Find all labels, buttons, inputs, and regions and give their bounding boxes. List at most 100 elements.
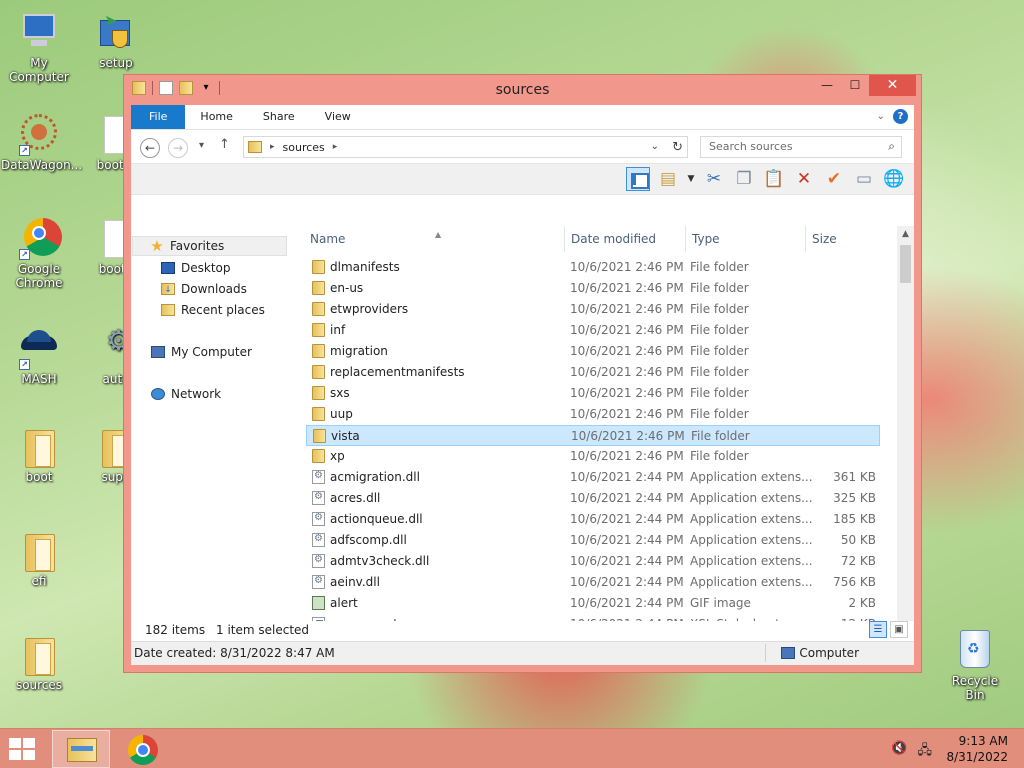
taskbar-chrome[interactable]: [114, 730, 172, 768]
tab-share[interactable]: Share: [248, 105, 310, 129]
table-row[interactable]: xp 10/6/2021 2:46 PM File folder: [306, 446, 880, 467]
chevron-down-icon[interactable]: ▼: [686, 167, 696, 191]
file-date: 10/6/2021 2:46 PM: [570, 344, 684, 358]
desktop-icon-my-computer[interactable]: My Computer: [1, 10, 77, 84]
table-row[interactable]: uup 10/6/2021 2:46 PM File folder: [306, 404, 880, 425]
search-input[interactable]: Search sources ⌕: [700, 136, 902, 158]
desktop-icon-efi[interactable]: efi: [1, 528, 77, 588]
back-button[interactable]: ←: [140, 138, 160, 158]
delete-icon[interactable]: ✕: [792, 167, 816, 191]
file-type: Application extens...: [690, 575, 813, 589]
refresh-icon[interactable]: ↻: [672, 140, 683, 155]
taskbar-file-explorer[interactable]: [52, 730, 110, 768]
column-header-type[interactable]: Type: [686, 226, 806, 252]
table-row[interactable]: dlmanifests 10/6/2021 2:46 PM File folder: [306, 257, 880, 278]
scroll-up-icon[interactable]: ▲: [897, 229, 914, 239]
desktop-icon: [161, 262, 175, 274]
minimize-button[interactable]: —: [813, 75, 841, 96]
speaker-muted-icon[interactable]: 🔇: [891, 741, 907, 763]
nav-item-desktop[interactable]: Desktop: [161, 261, 231, 275]
table-row[interactable]: acres.dll 10/6/2021 2:44 PM Application ex…: [306, 488, 880, 509]
clock-time: 9:13 AM: [958, 734, 1008, 748]
breadcrumb-sources[interactable]: sources: [283, 141, 325, 154]
nav-item-network[interactable]: Network: [151, 387, 221, 401]
file-type: File folder: [690, 281, 749, 295]
rename-icon[interactable]: ▭: [852, 167, 876, 191]
network-icon[interactable]: 🖧: [918, 741, 933, 763]
forward-button[interactable]: →: [168, 138, 188, 158]
folder-options-icon[interactable]: ▤: [656, 167, 680, 191]
table-row[interactable]: acmigration.dll 10/6/2021 2:44 PM Applicat…: [306, 467, 880, 488]
file-name: vista: [331, 429, 360, 443]
desktop-icon-sources[interactable]: sources: [1, 632, 77, 692]
nav-item-downloads[interactable]: ↓ Downloads: [161, 282, 247, 296]
table-row[interactable]: aeinv.dll 10/6/2021 2:44 PM Application ex…: [306, 572, 880, 593]
title-bar[interactable]: ▾ sources — ☐ ✕: [124, 75, 921, 105]
table-row[interactable]: alert 10/6/2021 2:44 PM GIF image 2 KB: [306, 593, 880, 614]
file-list: Name ▲ Date modified Type Size dlmanifes…: [296, 226, 914, 621]
chevron-right-icon[interactable]: ▸: [270, 142, 275, 152]
table-row[interactable]: adfscomp.dll 10/6/2021 2:44 PM Application…: [306, 530, 880, 551]
table-row[interactable]: sxs 10/6/2021 2:46 PM File folder: [306, 383, 880, 404]
checkmark-icon[interactable]: ✔: [822, 167, 846, 191]
globe-icon[interactable]: 🌐: [882, 167, 906, 191]
desktop-icon-mash[interactable]: ↗ MASH: [1, 326, 77, 386]
nav-item-recent-places[interactable]: Recent places: [161, 303, 265, 317]
nav-item-my-computer[interactable]: My Computer: [151, 345, 252, 359]
table-row[interactable]: appcompat10/6/2021 2:44 PMXSL Stylesheet…: [306, 614, 880, 621]
tab-view[interactable]: View: [310, 105, 366, 129]
table-row[interactable]: migration 10/6/2021 2:46 PM File folder: [306, 341, 880, 362]
star-icon: ★: [150, 237, 164, 255]
table-row[interactable]: inf 10/6/2021 2:46 PM File folder: [306, 320, 880, 341]
address-dropdown-icon[interactable]: ⌄: [651, 141, 659, 152]
preview-pane-icon[interactable]: [626, 167, 650, 191]
table-row[interactable]: replacementmanifests 10/6/2021 2:46 PM Fil…: [306, 362, 880, 383]
table-row[interactable]: etwproviders 10/6/2021 2:46 PM File folder: [306, 299, 880, 320]
desktop-icon-datawagon[interactable]: ↗ DataWagon...: [1, 112, 82, 172]
file-date: 10/6/2021 2:46 PM: [570, 281, 684, 295]
table-row[interactable]: vista 10/6/2021 2:46 PM File folder: [306, 425, 880, 446]
clock[interactable]: 9:13 AM 8/31/2022: [946, 733, 1008, 765]
vertical-scrollbar[interactable]: ▲ ▼: [897, 226, 914, 621]
desktop-icon-google-chrome[interactable]: ↗ Google Chrome: [1, 216, 77, 290]
datawagon-icon: ↗: [17, 112, 61, 156]
recent-locations-icon[interactable]: ▾: [199, 140, 204, 151]
expand-ribbon-icon[interactable]: ⌄: [877, 111, 885, 122]
chevron-right-icon[interactable]: ▸: [333, 142, 338, 152]
scrollbar-thumb[interactable]: [900, 245, 911, 283]
file-date: 10/6/2021 2:46 PM: [571, 429, 685, 443]
window-title: sources: [495, 82, 550, 98]
cut-icon[interactable]: ✂: [702, 167, 726, 191]
downloads-icon: ↓: [161, 283, 175, 295]
up-button[interactable]: ↑: [219, 137, 230, 152]
address-field[interactable]: ▸ sources ▸ ⌄ ↻: [243, 136, 688, 158]
taskbar: 🔇 🖧 9:13 AM 8/31/2022: [0, 728, 1024, 768]
desktop-icon-boot[interactable]: boot: [1, 424, 77, 484]
table-row[interactable]: actionqueue.dll 10/6/2021 2:44 PM Applicat…: [306, 509, 880, 530]
tab-file[interactable]: File: [131, 105, 186, 129]
file-name: adfscomp.dll: [330, 533, 407, 547]
column-header-size[interactable]: Size: [806, 226, 876, 252]
start-button[interactable]: [9, 738, 37, 762]
tab-home[interactable]: Home: [185, 105, 247, 129]
maximize-button[interactable]: ☐: [841, 75, 869, 96]
close-button[interactable]: ✕: [869, 75, 916, 96]
column-header-name[interactable]: Name ▲: [304, 226, 554, 252]
paste-icon[interactable]: 📋: [762, 167, 786, 191]
desktop-icon-setup[interactable]: ➤ setup: [78, 10, 154, 71]
desktop-icon-label: Recycle Bin: [951, 674, 999, 702]
nav-item-favorites[interactable]: ★ Favorites: [132, 236, 287, 256]
file-date: 10/6/2021 2:46 PM: [570, 407, 684, 421]
table-row[interactable]: admtv3check.dll 10/6/2021 2:44 PM Applicat…: [306, 551, 880, 572]
column-header-date[interactable]: Date modified: [565, 226, 685, 252]
file-date: 10/6/2021 2:44 PM: [570, 470, 684, 484]
folder-icon: [312, 323, 325, 337]
file-size: 185 KB: [833, 512, 876, 526]
desktop-icon-recycle-bin[interactable]: Recycle Bin: [942, 630, 1008, 702]
details-view-button[interactable]: ☰: [869, 621, 887, 638]
large-icons-view-button[interactable]: ▣: [890, 621, 908, 638]
help-icon[interactable]: ?: [893, 109, 908, 124]
explorer-window[interactable]: ▾ sources — ☐ ✕ File Home Share View ⌄ ?…: [123, 74, 922, 673]
table-row[interactable]: en-us 10/6/2021 2:46 PM File folder: [306, 278, 880, 299]
copy-icon[interactable]: ❐: [732, 167, 756, 191]
